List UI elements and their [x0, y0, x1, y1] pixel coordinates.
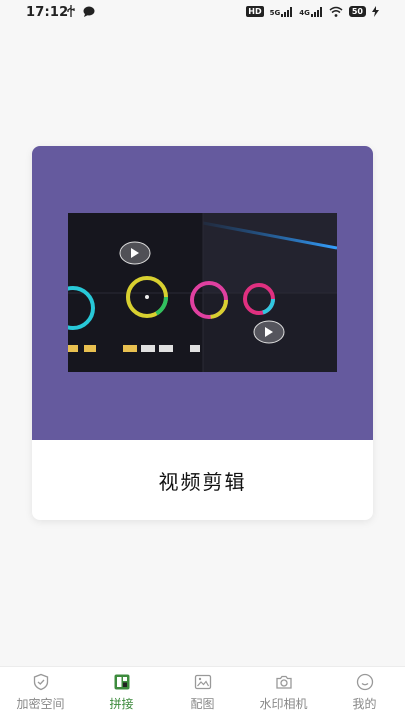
shield-icon: [33, 673, 48, 691]
card-title: 视频剪辑: [158, 469, 247, 494]
video-preview-image: [68, 213, 337, 372]
signal-bars-icon: [281, 6, 293, 17]
signal-4g: 4G: [299, 6, 323, 17]
camera-icon: [275, 675, 292, 689]
usb-icon: [67, 5, 75, 17]
play-button-icon: [253, 320, 285, 344]
nav-item-stitch[interactable]: 拼接: [81, 673, 162, 712]
collage-icon: [114, 674, 129, 690]
battery-indicator: 50: [348, 6, 366, 17]
status-bar: 17:12 HD 5G 4G 50: [0, 0, 405, 26]
nav-label: 拼接: [109, 697, 134, 711]
wifi-icon: [329, 6, 343, 17]
bottom-nav: 加密空间 拼接 配图 水印相机 我的: [0, 666, 405, 720]
color-wheels-illustration: [68, 213, 337, 372]
status-time: 17:12: [26, 5, 69, 20]
signal-bars-icon: [310, 6, 322, 17]
nav-item-image[interactable]: 配图: [162, 673, 243, 712]
nav-item-watermark-camera[interactable]: 水印相机: [243, 673, 324, 712]
nav-label: 我的: [352, 697, 377, 711]
image-icon: [194, 674, 211, 690]
nav-item-encrypted-space[interactable]: 加密空间: [0, 673, 81, 712]
hd-badge: HD: [246, 6, 264, 17]
card-banner: [32, 146, 373, 440]
nav-label: 配图: [190, 697, 215, 711]
play-button-icon: [119, 241, 151, 265]
charging-icon: [372, 6, 379, 17]
nav-label: 水印相机: [259, 697, 308, 711]
nav-item-mine[interactable]: 我的: [324, 673, 405, 712]
profile-icon: [356, 673, 373, 691]
signal-5g: 5G: [270, 6, 294, 17]
video-edit-card[interactable]: 视频剪辑: [32, 146, 373, 520]
message-icon: [83, 6, 95, 17]
nav-label: 加密空间: [16, 697, 65, 711]
